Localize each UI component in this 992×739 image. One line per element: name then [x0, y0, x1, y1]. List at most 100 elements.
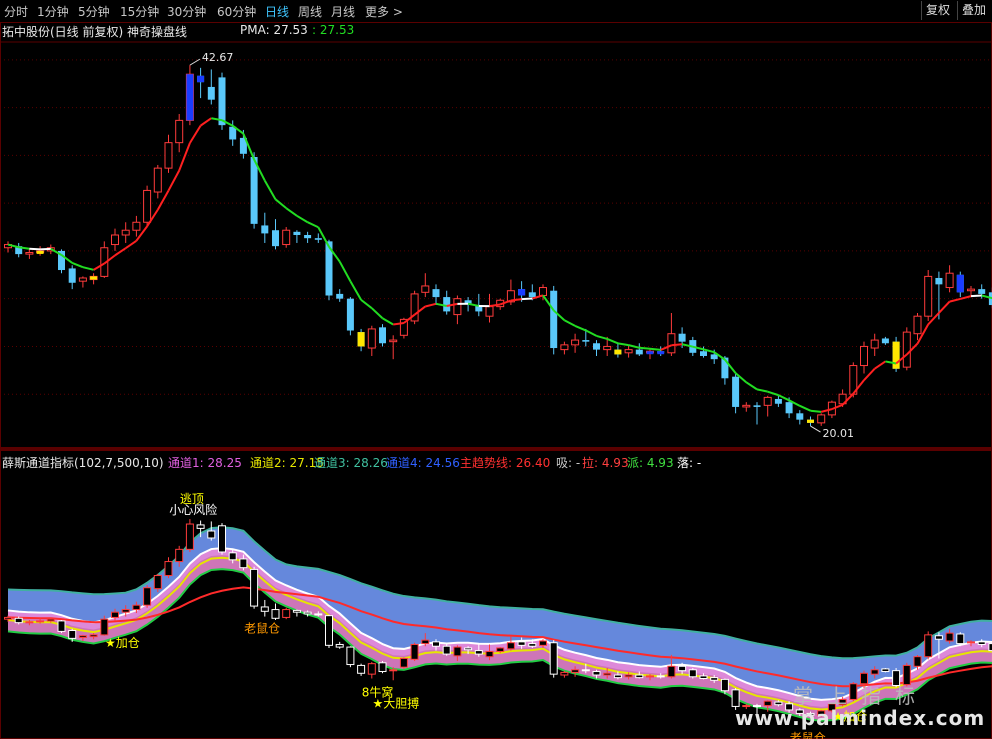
pma-segment [371, 307, 384, 319]
sub-candle-body [945, 632, 954, 642]
tab-4[interactable]: 30分钟 [167, 3, 206, 20]
tab-8[interactable]: 月线 [331, 3, 355, 20]
candle-body [550, 290, 558, 349]
candle-body [774, 398, 782, 404]
sub-candle-body [389, 669, 398, 672]
indicator-legend-item: 主趋势线: 26.40 [460, 456, 551, 470]
candle-body [379, 327, 386, 344]
sub-candle-body [303, 611, 312, 615]
tab-1[interactable]: 1分钟 [37, 3, 69, 20]
sub-candle-body [688, 669, 697, 678]
candle-body [218, 77, 226, 126]
indicator-legend-item: 通道3: 28.26 [314, 456, 388, 470]
tab-3[interactable]: 15分钟 [120, 3, 159, 20]
pma-segment [596, 334, 608, 340]
sub-candle-body [282, 609, 291, 618]
candle [913, 313, 922, 341]
sub-candle [924, 631, 933, 660]
pma-segment [425, 302, 437, 308]
sub-candle [325, 614, 333, 648]
sub-candle-body [603, 672, 612, 676]
signal-bar [892, 341, 900, 369]
candle [121, 222, 130, 243]
candle [314, 233, 322, 243]
sub-candle-body [571, 669, 580, 673]
candle [207, 69, 215, 105]
tab-7[interactable]: 周线 [298, 3, 322, 20]
signal-annotation: 逃顶 [180, 492, 204, 506]
indicator-legend-item: 通道1: 28.25 [168, 456, 242, 470]
sub-candle [881, 668, 890, 673]
candle-body [68, 268, 76, 283]
pma-segment [510, 298, 522, 302]
pma-segment [360, 299, 373, 309]
candle-body [346, 298, 354, 331]
pma-segment [863, 368, 876, 381]
candle-body [153, 167, 162, 193]
indicator-title: 薛斯通道指标(102,7,500,10) [2, 456, 164, 470]
sub-candle [346, 646, 355, 668]
sub-candle-body [14, 617, 23, 624]
candle-body [261, 225, 269, 234]
signal-bar [186, 74, 194, 121]
sub-candle [271, 603, 280, 621]
pma-segment [349, 280, 362, 301]
candle-body [528, 292, 536, 298]
candle [742, 402, 751, 412]
candle-body [272, 230, 279, 247]
main-chart-panel[interactable]: 42.67 20.01 拓中股份(日线 前复权) 神奇操盘线 PMA: 27.53… [0, 22, 992, 448]
candle [4, 241, 12, 253]
tab-6[interactable]: 日线 [265, 3, 289, 20]
sub-candle-body [913, 656, 922, 667]
tab-0[interactable]: 分时 [4, 3, 28, 20]
pma-segment [381, 317, 394, 326]
candle [175, 114, 184, 153]
candle [560, 341, 569, 355]
sub-candle-body [196, 524, 205, 529]
candle [550, 285, 558, 355]
sub-candle-body [164, 561, 173, 577]
tab-9[interactable]: 更多 > [365, 3, 403, 20]
pma-segment [296, 214, 309, 224]
sub-candle-body [378, 662, 387, 673]
sub-candle-body [25, 621, 34, 624]
candle [389, 335, 398, 360]
pma-segment [639, 346, 651, 350]
sub-candle [100, 615, 109, 636]
candle [111, 228, 119, 251]
candle [100, 241, 109, 278]
sub-candle-body [399, 657, 408, 668]
sub-candle-body [185, 523, 194, 550]
pma-segment [200, 117, 212, 127]
sub-candle-body [956, 633, 965, 645]
candle-body [700, 351, 707, 356]
candlestick-chart[interactable]: 42.67 20.01 [0, 22, 992, 448]
sub-candle-body [78, 635, 87, 638]
tab-5[interactable]: 60分钟 [217, 3, 256, 20]
candle-body [582, 340, 590, 342]
sub-candle-body [581, 669, 590, 672]
main-frame [0, 22, 992, 448]
sub-candle [367, 661, 376, 679]
tab-2[interactable]: 5分钟 [78, 3, 110, 20]
sub-candle-body [881, 668, 890, 673]
sub-candle-body [528, 643, 537, 647]
pma-segment [745, 381, 758, 391]
candle-body [293, 231, 301, 235]
sub-candle-body [36, 620, 45, 623]
pma-segment [574, 324, 587, 332]
candle [571, 333, 580, 353]
candle [293, 230, 301, 243]
pma-segment [949, 297, 961, 303]
candle-body [485, 306, 494, 317]
indicator-legend-item: 落: - [677, 456, 702, 470]
overlay-button[interactable]: 叠加 [957, 1, 990, 20]
sub-candle [57, 620, 66, 634]
restore-rights-button[interactable]: 复权 [921, 1, 954, 20]
pma-segment [125, 239, 137, 250]
sub-candle-body [592, 671, 601, 676]
candle [817, 413, 826, 426]
candle-body [667, 333, 676, 354]
sub-candle-body [421, 639, 430, 645]
pma-segment [114, 247, 127, 257]
